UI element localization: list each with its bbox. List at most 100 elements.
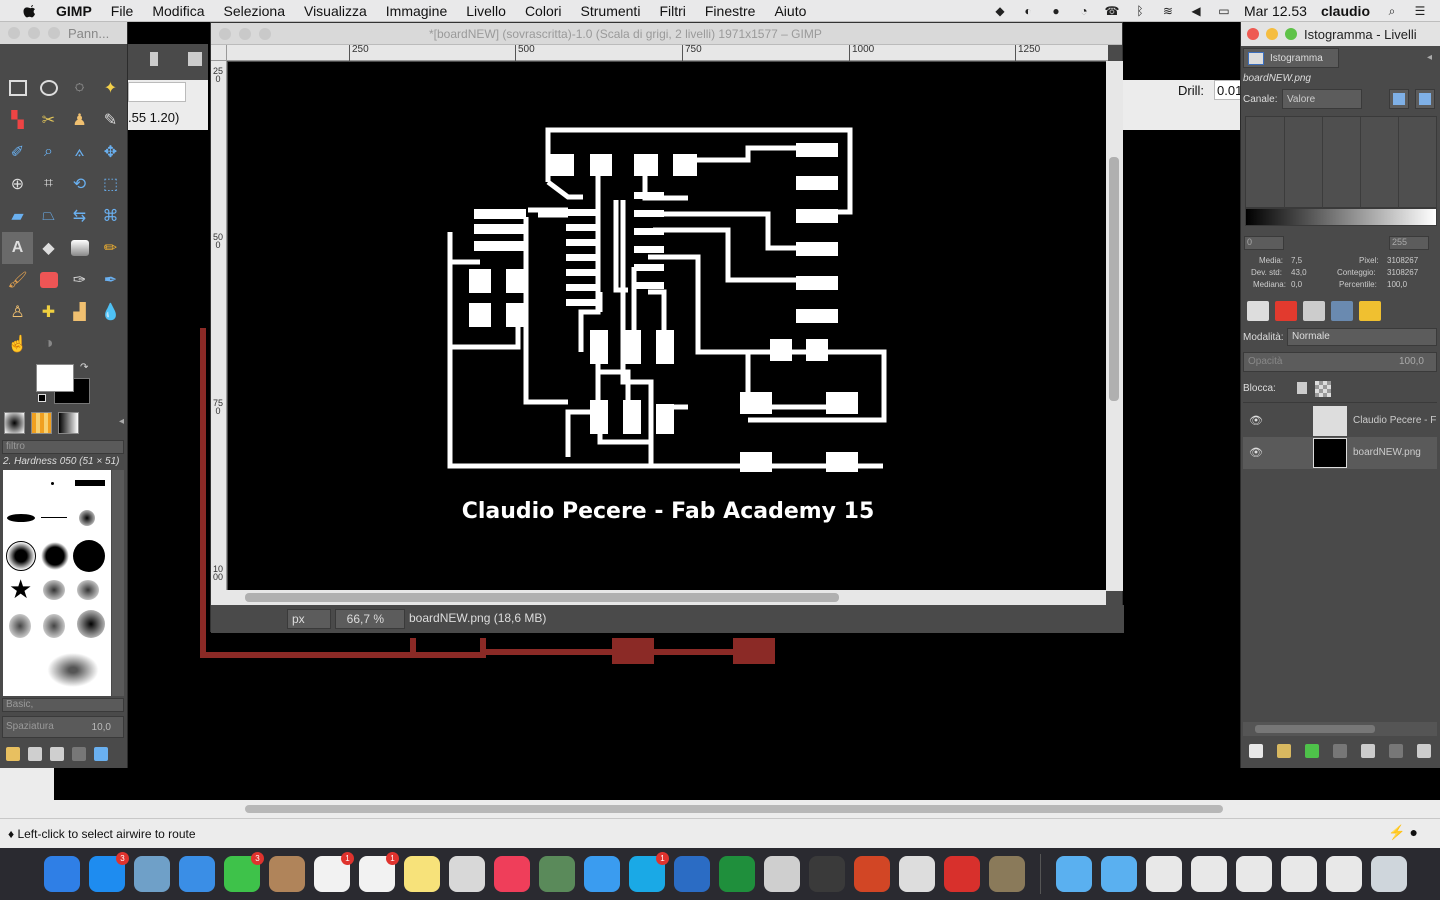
brush-item[interactable] bbox=[6, 541, 36, 571]
flip-tool-icon[interactable]: ⇆ bbox=[64, 200, 95, 232]
foreground-color-swatch[interactable] bbox=[36, 364, 74, 392]
menubar-user[interactable]: claudio bbox=[1321, 3, 1370, 19]
notes-icon[interactable] bbox=[404, 856, 440, 892]
layer-scrollbar-thumb[interactable] bbox=[1255, 725, 1375, 733]
dodge-burn-tool-icon[interactable]: ◑ bbox=[33, 328, 64, 360]
trash-icon[interactable] bbox=[1371, 856, 1407, 892]
minimize-icon[interactable] bbox=[239, 27, 251, 40]
perspective-clone-tool-icon[interactable]: ▟ bbox=[64, 296, 95, 328]
delete-layer-icon[interactable] bbox=[1417, 744, 1431, 758]
lightning-icon[interactable]: ⚡ bbox=[1388, 824, 1405, 840]
eye-icon[interactable]: 👁 bbox=[1249, 414, 1265, 428]
unit-select[interactable]: px bbox=[287, 609, 331, 629]
gradient-swatch[interactable] bbox=[57, 412, 79, 434]
scale-tool-icon[interactable]: ⬚ bbox=[95, 168, 126, 200]
safari-icon[interactable] bbox=[179, 856, 215, 892]
volume-icon[interactable]: ◀ bbox=[1188, 4, 1204, 18]
layer-row[interactable]: 👁 Claudio Pecere - F bbox=[1243, 405, 1437, 437]
image-canvas[interactable]: Claudio Pecere - Fab Academy 15 bbox=[228, 62, 1106, 590]
pattern-swatch[interactable] bbox=[30, 412, 52, 434]
star-brush-icon[interactable]: ★ bbox=[9, 576, 32, 602]
image-vscroll-thumb[interactable] bbox=[1109, 157, 1119, 401]
brush-item[interactable] bbox=[75, 480, 105, 486]
image-vscroll[interactable] bbox=[1106, 61, 1123, 591]
file-icon-3[interactable] bbox=[1236, 856, 1272, 892]
layer-row[interactable]: 👁 boardNEW.png bbox=[1243, 437, 1437, 469]
close-icon[interactable] bbox=[1247, 28, 1259, 40]
measure-tool-icon[interactable]: ⟑ bbox=[64, 136, 95, 168]
spacing-value[interactable]: 10,0 bbox=[92, 722, 111, 733]
ellipse-select-tool-icon[interactable] bbox=[33, 72, 64, 104]
clone-tool-icon[interactable]: ♙ bbox=[2, 296, 33, 328]
brush-item[interactable] bbox=[9, 614, 31, 638]
menu-livello[interactable]: Livello bbox=[466, 3, 506, 19]
facetime-icon[interactable]: 3 bbox=[224, 852, 264, 892]
preview-icon[interactable] bbox=[134, 856, 170, 892]
photos-icon[interactable] bbox=[449, 856, 485, 892]
eye-icon[interactable]: 👁 bbox=[1249, 446, 1265, 460]
blur-tool-icon[interactable]: 💧 bbox=[95, 296, 126, 328]
swap-colors-icon[interactable]: ↷ bbox=[80, 362, 88, 373]
delete-brush-icon[interactable] bbox=[72, 747, 86, 761]
contacts-icon[interactable] bbox=[269, 856, 305, 892]
channel-select[interactable]: Valore bbox=[1282, 89, 1362, 109]
stop-icon[interactable]: ● bbox=[1410, 824, 1418, 840]
file-icon-4[interactable] bbox=[1281, 856, 1317, 892]
heal-tool-icon[interactable]: ✚ bbox=[33, 296, 64, 328]
edit-brush-icon[interactable] bbox=[6, 747, 20, 761]
brush-preset-select[interactable]: Basic, bbox=[2, 698, 124, 712]
histogram-plot[interactable] bbox=[1245, 116, 1437, 209]
brush-item[interactable] bbox=[73, 540, 105, 572]
menu-colori[interactable]: Colori bbox=[525, 3, 562, 19]
zoom-icon[interactable] bbox=[48, 27, 60, 39]
scissors-tool-icon[interactable]: ✂ bbox=[33, 104, 64, 136]
minimize-icon[interactable] bbox=[28, 27, 40, 39]
menubar-clock[interactable]: Mar 12.53 bbox=[1244, 3, 1307, 19]
duplicate-layer-icon[interactable] bbox=[1361, 744, 1375, 758]
move-tool-icon[interactable]: ✥ bbox=[95, 136, 126, 168]
pin-icon[interactable] bbox=[150, 52, 158, 66]
zoom-icon[interactable] bbox=[1285, 28, 1297, 40]
paths-tool-icon[interactable]: ✎ bbox=[95, 104, 126, 136]
layers-tab-icon[interactable] bbox=[1247, 301, 1269, 321]
free-select-tool-icon[interactable]: ◌ bbox=[64, 72, 95, 104]
brushes-tab-icon[interactable] bbox=[1331, 301, 1353, 321]
menu-filtri[interactable]: Filtri bbox=[659, 3, 685, 19]
menu-aiuto[interactable]: Aiuto bbox=[774, 3, 806, 19]
brush-scrollbar[interactable] bbox=[112, 470, 124, 696]
brush-spacing[interactable]: Spaziatura 10,0 bbox=[2, 716, 124, 738]
refresh-brushes-icon[interactable] bbox=[94, 747, 108, 761]
menu-seleziona[interactable]: Seleziona bbox=[223, 3, 285, 19]
ink-tool-icon[interactable]: ✒ bbox=[95, 264, 126, 296]
image-hscroll-thumb[interactable] bbox=[245, 593, 839, 602]
raise-layer-icon[interactable] bbox=[1305, 744, 1319, 758]
background-hscroll-thumb[interactable] bbox=[245, 805, 1223, 813]
range-low-input[interactable]: 0 bbox=[1244, 236, 1284, 250]
channels-tab-icon[interactable] bbox=[1275, 301, 1297, 321]
word-icon[interactable] bbox=[674, 856, 710, 892]
itunes-icon[interactable] bbox=[494, 856, 530, 892]
background-hscroll[interactable] bbox=[0, 800, 1440, 818]
linear-histogram-button[interactable] bbox=[1389, 89, 1409, 109]
eagle-icon[interactable] bbox=[809, 856, 845, 892]
opacity-slider[interactable]: Opacità 100,0 bbox=[1243, 352, 1437, 372]
new-brush-icon[interactable] bbox=[28, 747, 42, 761]
cage-tool-icon[interactable]: ⌘ bbox=[95, 200, 126, 232]
zoom-icon[interactable] bbox=[259, 27, 271, 40]
brush-item[interactable] bbox=[77, 580, 99, 600]
excel-icon[interactable] bbox=[719, 856, 755, 892]
shear-tool-icon[interactable]: ▰ bbox=[2, 200, 33, 232]
brush-item[interactable] bbox=[79, 510, 95, 526]
file-icon-2[interactable] bbox=[1191, 856, 1227, 892]
image-hscroll[interactable] bbox=[211, 590, 1106, 605]
notification-center-icon[interactable]: ☰ bbox=[1412, 4, 1428, 18]
paintbrush-tool-icon[interactable]: 🖌 bbox=[2, 264, 33, 296]
reset-colors-icon[interactable] bbox=[38, 394, 46, 402]
inkscape-icon[interactable] bbox=[764, 856, 800, 892]
messages-icon[interactable] bbox=[584, 856, 620, 892]
brush-item[interactable] bbox=[41, 542, 69, 570]
brush-item[interactable] bbox=[41, 517, 67, 518]
histogram-gradient[interactable] bbox=[1245, 208, 1437, 226]
reminders-icon[interactable]: 1 bbox=[359, 852, 399, 892]
timer-icon[interactable]: ◔ bbox=[1076, 4, 1092, 18]
